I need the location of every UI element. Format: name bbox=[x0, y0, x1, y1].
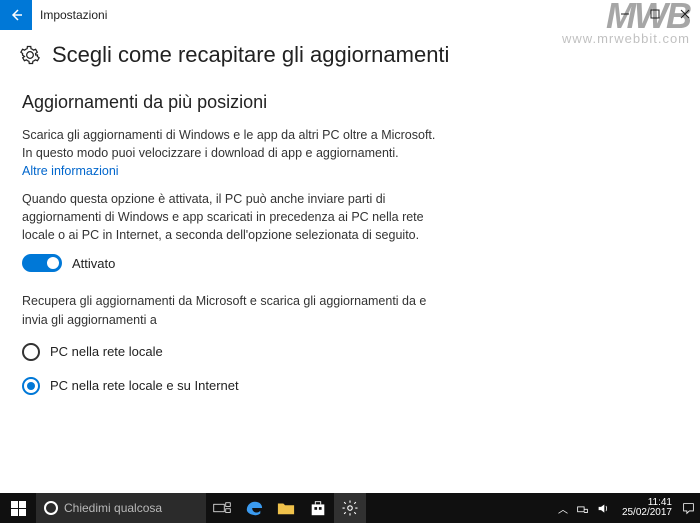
radio-local-and-internet[interactable]: PC nella rete locale e su Internet bbox=[22, 377, 438, 395]
cortana-icon bbox=[44, 501, 58, 515]
close-button[interactable] bbox=[670, 0, 700, 28]
settings-taskbar-button[interactable] bbox=[334, 493, 366, 523]
radio-label: PC nella rete locale e su Internet bbox=[50, 378, 239, 393]
window-title: Impostazioni bbox=[40, 8, 107, 22]
search-box[interactable]: Chiedimi qualcosa bbox=[36, 493, 206, 523]
folder-icon bbox=[277, 499, 295, 517]
edge-taskbar-button[interactable] bbox=[238, 493, 270, 523]
back-button[interactable] bbox=[0, 0, 32, 30]
delivery-optimization-toggle[interactable] bbox=[22, 254, 62, 272]
section-heading: Aggiornamenti da più posizioni bbox=[22, 92, 438, 113]
radio-icon bbox=[22, 343, 40, 361]
description-1: Scarica gli aggiornamenti di Windows e l… bbox=[22, 127, 438, 162]
minimize-button[interactable] bbox=[610, 0, 640, 28]
edge-icon bbox=[245, 499, 263, 517]
action-center-button[interactable] bbox=[680, 493, 696, 523]
arrow-left-icon bbox=[8, 7, 24, 23]
more-info-link[interactable]: Altre informazioni bbox=[22, 164, 119, 178]
file-explorer-button[interactable] bbox=[270, 493, 302, 523]
radio-label: PC nella rete locale bbox=[50, 344, 163, 359]
store-icon bbox=[309, 499, 327, 517]
search-placeholder: Chiedimi qualcosa bbox=[64, 501, 162, 515]
description-2: Quando questa opzione è attivata, il PC … bbox=[22, 190, 438, 244]
toggle-label: Attivato bbox=[72, 256, 115, 271]
gear-icon bbox=[20, 45, 40, 65]
start-button[interactable] bbox=[0, 493, 36, 523]
maximize-button[interactable] bbox=[640, 0, 670, 28]
task-view-icon bbox=[213, 499, 231, 517]
windows-icon bbox=[11, 501, 26, 516]
title-bar: Impostazioni bbox=[0, 0, 700, 30]
description-3: Recupera gli aggiornamenti da Microsoft … bbox=[22, 292, 438, 328]
tray-overflow-button[interactable]: ︿ bbox=[558, 501, 568, 516]
radio-local-network[interactable]: PC nella rete locale bbox=[22, 343, 438, 361]
store-button[interactable] bbox=[302, 493, 334, 523]
task-view-button[interactable] bbox=[206, 493, 238, 523]
page-title: Scegli come recapitare gli aggiornamenti bbox=[52, 42, 449, 68]
gear-icon bbox=[341, 499, 359, 517]
radio-icon bbox=[22, 377, 40, 395]
clock[interactable]: 11:41 25/02/2017 bbox=[622, 498, 672, 519]
notification-icon bbox=[682, 502, 695, 515]
network-icon[interactable] bbox=[576, 502, 589, 515]
volume-icon[interactable] bbox=[597, 502, 610, 515]
taskbar: Chiedimi qualcosa ︿ 11:41 25/02/2017 bbox=[0, 493, 700, 523]
